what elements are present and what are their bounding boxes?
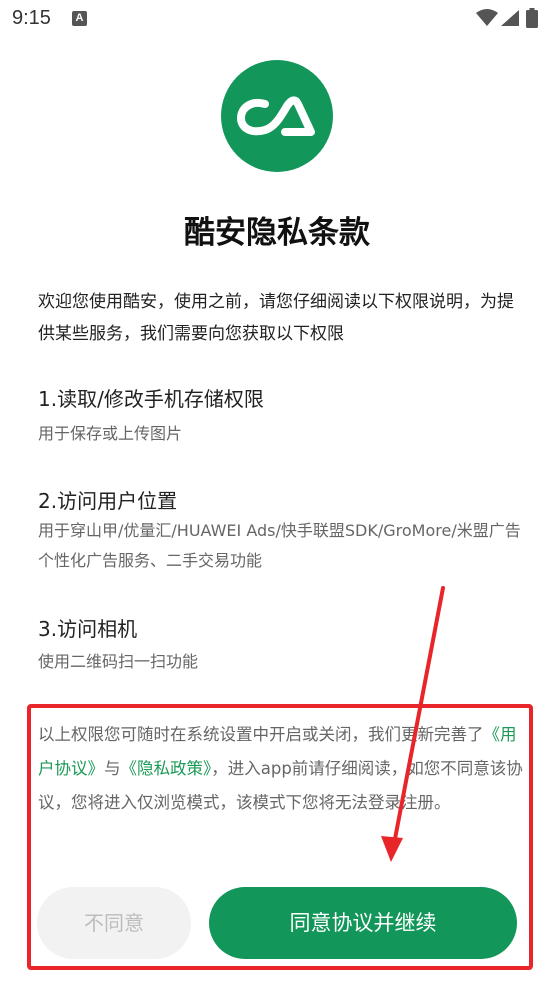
wifi-icon bbox=[476, 9, 498, 26]
permission-title-storage: 1.读取/修改手机存储权限 bbox=[38, 387, 264, 411]
status-time: 9:15 bbox=[12, 7, 51, 29]
permission-desc-location: 用于穿山甲/优量汇/HUAWEI Ads/快手联盟SDK/GroMore/米盟广… bbox=[38, 521, 521, 570]
status-bar: 9:15 A bbox=[0, 0, 554, 40]
coolapk-logo-icon bbox=[221, 60, 333, 172]
notice-part-2: 与 bbox=[104, 759, 121, 778]
disagree-button[interactable]: 不同意 bbox=[37, 887, 191, 959]
permission-desc-camera: 使用二维码扫一扫功能 bbox=[38, 652, 199, 671]
privacy-policy-link[interactable]: 《隐私政策》 bbox=[121, 759, 212, 778]
notice-part-1: 以上权限您可随时在系统设置中开启或关闭，我们更新完善了 bbox=[38, 725, 484, 744]
page-title: 酷安隐私条款 bbox=[184, 215, 370, 251]
notification-icon: A bbox=[72, 11, 87, 26]
permission-desc-storage: 用于保存或上传图片 bbox=[38, 424, 183, 443]
battery-icon bbox=[526, 8, 538, 28]
permission-title-location: 2.访问用户位置 bbox=[38, 489, 178, 513]
notice-text: 以上权限您可随时在系统设置中开启或关闭，我们更新完善了《用户协议》与《隐私政策》… bbox=[38, 718, 524, 820]
permission-title-camera: 3.访问相机 bbox=[38, 617, 138, 641]
signal-icon bbox=[501, 10, 519, 26]
agree-and-continue-button[interactable]: 同意协议并继续 bbox=[209, 887, 517, 959]
intro-text: 欢迎您使用酷安，使用之前，请您仔细阅读以下权限说明，为提供某些服务，我们需要向您… bbox=[38, 292, 514, 344]
